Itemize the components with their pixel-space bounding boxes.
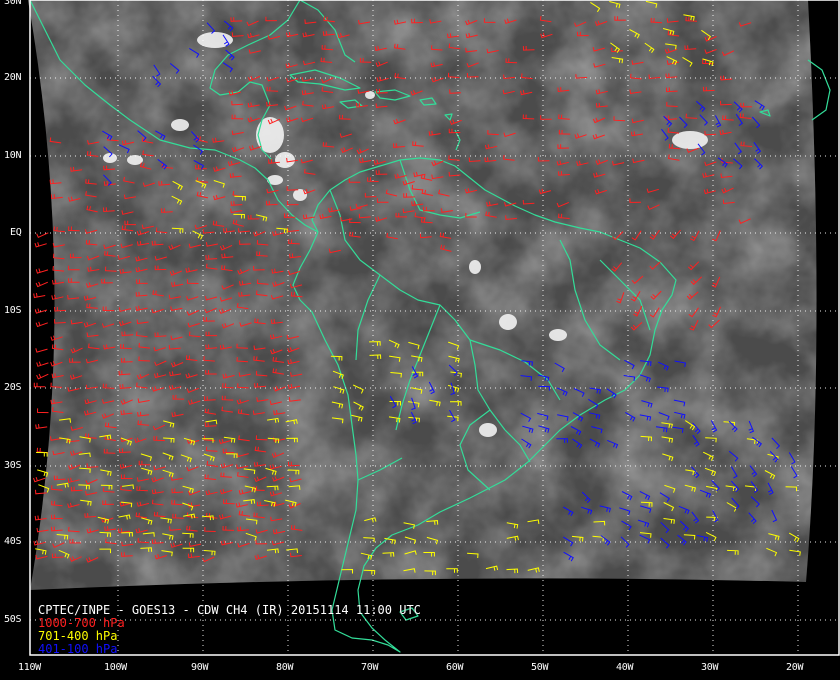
lon-label-70w: 70W (361, 662, 379, 673)
lat-label-10n: 10N (4, 150, 22, 161)
wind-barb (35, 281, 48, 288)
lon-label-50w: 50W (531, 662, 549, 673)
satellite-image (28, 0, 817, 590)
wind-barb (34, 242, 47, 248)
cloud-texture (28, 0, 817, 590)
lon-label-60w: 60W (446, 662, 464, 673)
lon-label-20w: 20W (786, 662, 804, 673)
wind-barb (35, 348, 48, 353)
wind-barb (36, 408, 49, 414)
wind-barb (35, 321, 48, 328)
lat-label-30s: 30S (4, 460, 22, 471)
lat-label-30n: 30N (4, 0, 22, 7)
wind-barb (35, 424, 48, 429)
lon-label-40w: 40W (616, 662, 634, 673)
lat-label-50s: 50S (4, 614, 22, 625)
lat-label-40s: 40S (4, 536, 22, 547)
wind-barb (34, 308, 48, 314)
wind-barb (35, 268, 49, 274)
wind-barb (33, 292, 46, 299)
wind-barb (36, 447, 49, 454)
lon-label-90w: 90W (191, 662, 209, 673)
lon-label-30w: 30W (701, 662, 719, 673)
wind-barb (36, 452, 48, 457)
lat-label-20s: 20S (4, 382, 22, 393)
lon-label-80w: 80W (276, 662, 294, 673)
lat-label-20n: 20N (4, 72, 22, 83)
lon-label-110w: 110W (18, 662, 41, 673)
lat-label-eq: EQ (10, 227, 22, 238)
satellite-wind-map (28, 0, 840, 656)
wind-barb (33, 476, 46, 483)
wind-barb (36, 232, 49, 238)
lat-label-10s: 10S (4, 305, 22, 316)
wind-barb (36, 373, 49, 380)
wind-barb (33, 382, 46, 388)
wind-barb (36, 361, 49, 367)
lon-label-100w: 100W (104, 662, 127, 673)
legend-high-level: 401-100 hPa (38, 642, 118, 656)
